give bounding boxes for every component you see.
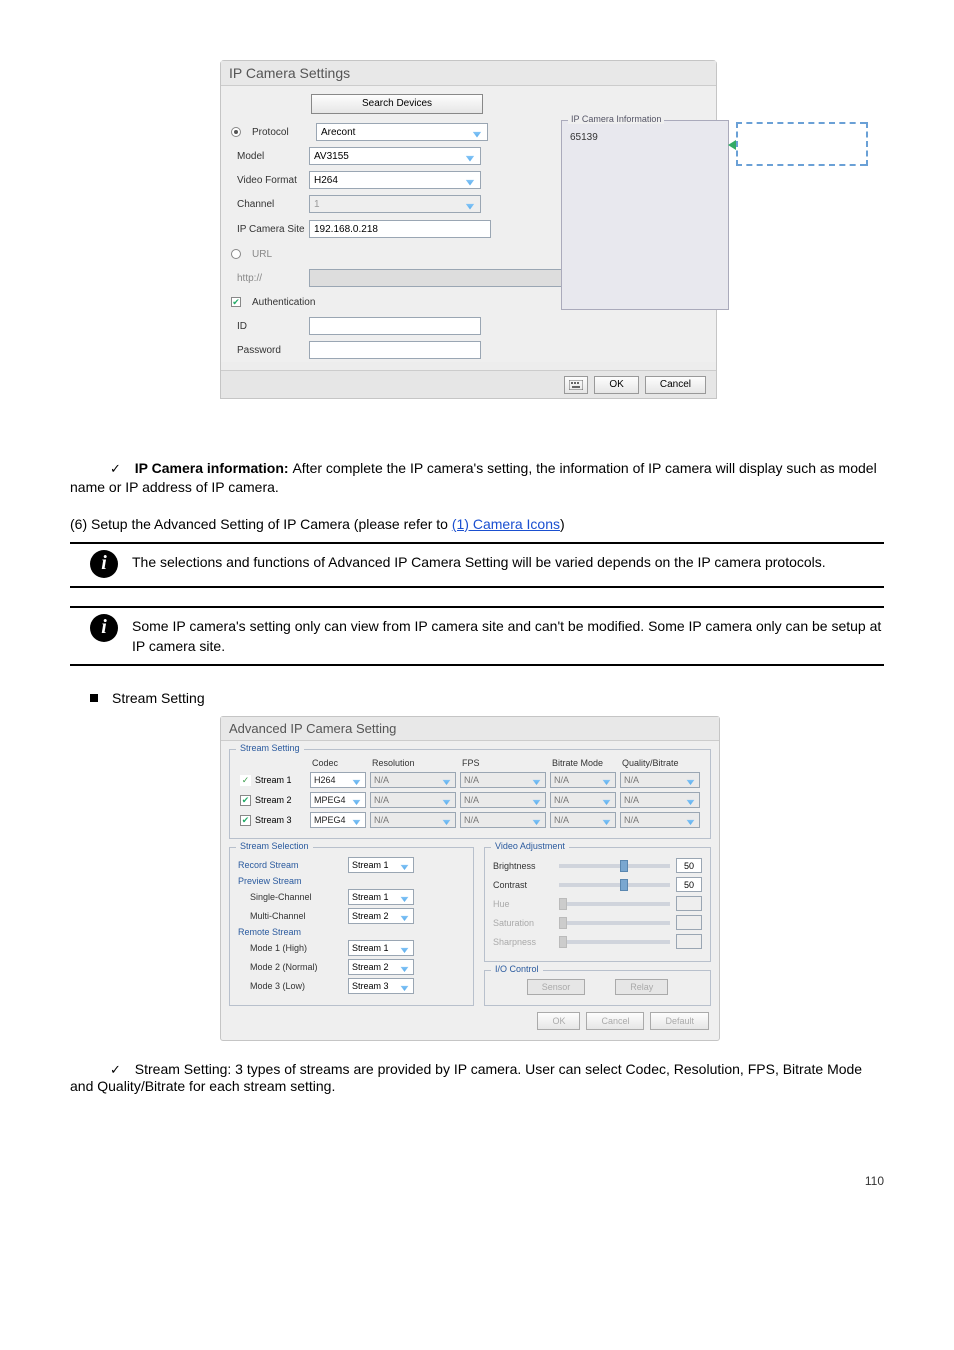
page-number: 110 — [0, 1174, 884, 1188]
sharpness-slider — [559, 940, 670, 944]
id-label: ID — [231, 321, 309, 332]
hue-slider — [559, 902, 670, 906]
saturation-slider — [559, 921, 670, 925]
ip-site-input[interactable]: 192.168.0.218 — [309, 220, 491, 238]
password-input[interactable] — [309, 341, 481, 359]
mode2-dropdown[interactable]: Stream 2 — [348, 959, 414, 975]
stream1-resolution-dropdown[interactable]: N/A — [370, 772, 456, 788]
callout-dashed-line — [866, 122, 868, 166]
table-row: ✔Stream 2 MPEG4 N/A N/A N/A N/A — [238, 790, 702, 810]
callout-dashed-line — [736, 164, 866, 166]
ip-site-label: IP Camera Site — [231, 224, 309, 235]
stream3-codec-dropdown[interactable]: MPEG4 — [310, 812, 366, 828]
auth-checkbox[interactable]: ✔ — [231, 297, 241, 307]
auth-label: Authentication — [246, 297, 315, 308]
io-control-group: I/O Control Sensor Relay — [484, 970, 711, 1006]
see-also-link[interactable]: (1) Camera Icons — [452, 516, 560, 532]
record-stream-dropdown[interactable]: Stream 1 — [348, 857, 414, 873]
url-radio[interactable] — [231, 249, 241, 259]
advanced-ip-camera-setting-dialog: Advanced IP Camera Setting Stream Settin… — [220, 716, 720, 1041]
stream-setting-group: Stream Setting Codec Resolution FPS Bitr… — [229, 749, 711, 839]
id-input[interactable] — [309, 317, 481, 335]
protocol-dropdown[interactable]: Arecont — [316, 123, 488, 141]
contrast-slider[interactable] — [559, 883, 670, 887]
stream2-checkbox[interactable]: ✔ — [240, 795, 251, 806]
stream-setting-paragraph: Stream Setting: 3 types of streams are p… — [70, 1061, 884, 1094]
password-label: Password — [231, 345, 309, 356]
stream-setting-bullet: Stream Setting — [90, 690, 884, 706]
channel-dropdown[interactable]: 1 — [309, 195, 481, 213]
default-button[interactable]: Default — [650, 1012, 709, 1030]
table-row: ✔Stream 3 MPEG4 N/A N/A N/A N/A — [238, 810, 702, 830]
relay-button[interactable]: Relay — [615, 979, 668, 995]
cancel-button[interactable]: Cancel — [586, 1012, 644, 1030]
stream1-bitratemode-dropdown[interactable]: N/A — [550, 772, 616, 788]
stream1-checkbox[interactable]: ✓ — [240, 775, 251, 786]
callout-arrow-icon — [728, 140, 736, 150]
stream2-codec-dropdown[interactable]: MPEG4 — [310, 792, 366, 808]
ip-camera-information-value: 65139 — [562, 132, 728, 143]
stream3-checkbox[interactable]: ✔ — [240, 815, 251, 826]
dialog-title: Advanced IP Camera Setting — [221, 717, 719, 741]
info-paragraph: IP Camera information: After complete th… — [70, 459, 884, 497]
model-dropdown[interactable]: AV3155 — [309, 147, 481, 165]
url-label: URL — [246, 249, 316, 260]
square-bullet-icon — [90, 694, 98, 702]
dialog-title: IP Camera Settings — [221, 61, 716, 86]
mode3-dropdown[interactable]: Stream 3 — [348, 978, 414, 994]
keyboard-icon-button[interactable] — [564, 376, 588, 394]
ip-camera-settings-dialog: IP Camera Settings Search Devices Protoc… — [220, 60, 717, 399]
info-icon: i — [90, 614, 118, 642]
search-devices-button[interactable]: Search Devices — [311, 94, 483, 114]
ok-button[interactable]: OK — [537, 1012, 580, 1030]
sensor-button[interactable]: Sensor — [527, 979, 586, 995]
video-format-label: Video Format — [231, 175, 309, 186]
contrast-value: 50 — [676, 877, 702, 892]
protocol-radio[interactable] — [231, 127, 241, 137]
callout-dashed-line — [736, 122, 866, 124]
video-adjustment-group: Video Adjustment Brightness50 Contrast50… — [484, 847, 711, 962]
cancel-button[interactable]: Cancel — [645, 376, 706, 394]
single-channel-dropdown[interactable]: Stream 1 — [348, 889, 414, 905]
ip-camera-information-group: IP Camera Information 65139 — [561, 120, 729, 310]
ok-button[interactable]: OK — [594, 376, 638, 394]
info-note-2: i Some IP camera's setting only can view… — [70, 608, 884, 665]
protocol-label: Protocol — [246, 127, 316, 138]
info-note-1: i The selections and functions of Advanc… — [70, 544, 884, 586]
stream1-fps-dropdown[interactable]: N/A — [460, 772, 546, 788]
mode1-dropdown[interactable]: Stream 1 — [348, 940, 414, 956]
table-row: ✓Stream 1 H264 N/A N/A N/A N/A — [238, 770, 702, 790]
keyboard-icon — [569, 380, 583, 390]
model-label: Model — [231, 151, 309, 162]
channel-label: Channel — [231, 199, 309, 210]
brightness-slider[interactable] — [559, 864, 670, 868]
ip-camera-information-legend: IP Camera Information — [568, 114, 664, 124]
video-format-dropdown[interactable]: H264 — [309, 171, 481, 189]
see-also-line: (6) Setup the Advanced Setting of IP Cam… — [70, 515, 884, 534]
stream-selection-group: Stream Selection Record StreamStream 1 P… — [229, 847, 474, 1006]
http-prefix: http:// — [231, 273, 309, 284]
callout-dashed-line — [736, 122, 738, 166]
stream1-quality-dropdown[interactable]: N/A — [620, 772, 700, 788]
stream1-codec-dropdown[interactable]: H264 — [310, 772, 366, 788]
info-icon: i — [90, 550, 118, 578]
brightness-value: 50 — [676, 858, 702, 873]
multi-channel-dropdown[interactable]: Stream 2 — [348, 908, 414, 924]
